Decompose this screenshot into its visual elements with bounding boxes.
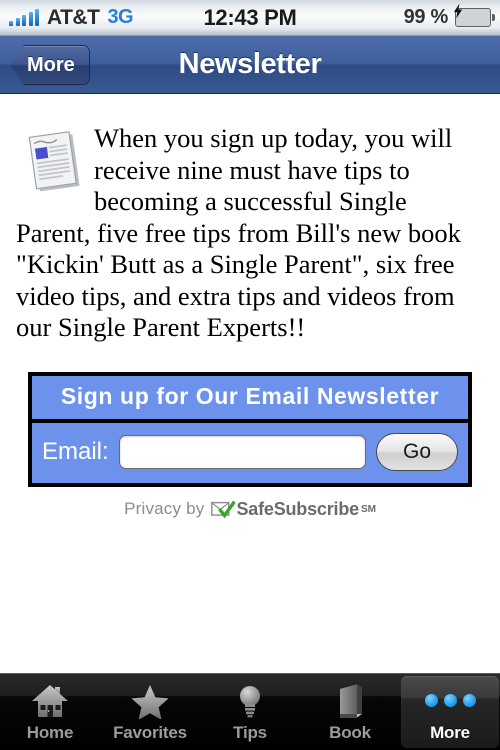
newsletter-signup-form: Sign up for Our Email Newsletter Email: … <box>28 371 472 487</box>
book-icon <box>329 682 371 720</box>
navigation-bar: More Newsletter <box>0 36 500 94</box>
email-label: Email: <box>42 437 109 465</box>
email-input[interactable] <box>118 434 366 469</box>
safesubscribe-badge: SafeSubscribe SM <box>211 498 376 520</box>
signup-form-row: Email: Go <box>32 423 468 483</box>
privacy-by-label: Privacy by <box>124 499 205 519</box>
battery-charging-icon <box>453 3 495 27</box>
tab-bar: Home Favorites Tips Book More <box>0 673 500 750</box>
tab-tips[interactable]: Tips <box>201 676 299 748</box>
signup-form-header: Sign up for Our Email Newsletter <box>32 375 468 423</box>
back-arrow-icon <box>10 45 24 85</box>
tab-label-favorites: Favorites <box>113 722 187 742</box>
network-type-label: 3G <box>107 6 134 28</box>
lightning-bolt-icon <box>453 3 462 18</box>
go-button[interactable]: Go <box>376 432 458 471</box>
status-bar-left: AT&T 3G <box>9 6 250 30</box>
tab-more[interactable]: More <box>401 676 499 748</box>
envelope-check-icon <box>211 500 236 518</box>
carrier-label: AT&T <box>47 5 100 29</box>
promo-paragraph: When you sign up today, you will receive… <box>16 123 461 343</box>
tab-book[interactable]: Book <box>301 676 399 748</box>
page-title: Newsletter <box>178 48 322 80</box>
signup-form-header-text: Sign up for Our Email Newsletter <box>60 382 440 409</box>
back-button-more[interactable]: More <box>10 45 90 85</box>
house-icon <box>29 682 71 720</box>
status-bar-right: 99 % <box>250 3 495 29</box>
signal-bars-icon <box>9 9 39 26</box>
phone-screen: AT&T 3G 12:43 PM 99 % More Newsletter Wh… <box>0 0 500 750</box>
tab-favorites[interactable]: Favorites <box>101 676 199 748</box>
lightbulb-icon <box>229 682 271 720</box>
back-button-label: More <box>27 53 75 76</box>
tab-label-tips: Tips <box>233 722 267 742</box>
tab-label-more: More <box>430 722 470 742</box>
tab-label-book: Book <box>329 722 371 742</box>
safesubscribe-superscript: SM <box>360 503 376 515</box>
newspaper-icon <box>28 131 80 192</box>
safesubscribe-brand: SafeSubscribe <box>236 498 359 519</box>
tab-label-home: Home <box>26 722 74 742</box>
three-dots-icon <box>424 682 476 720</box>
content-area: When you sign up today, you will receive… <box>0 95 500 673</box>
star-icon <box>129 682 171 720</box>
battery-percent-label: 99 % <box>403 6 449 28</box>
safesubscribe-notice: Privacy by SafeSubscribe SM <box>16 499 484 520</box>
status-bar: AT&T 3G 12:43 PM 99 % <box>0 0 500 36</box>
tab-home[interactable]: Home <box>1 676 99 748</box>
